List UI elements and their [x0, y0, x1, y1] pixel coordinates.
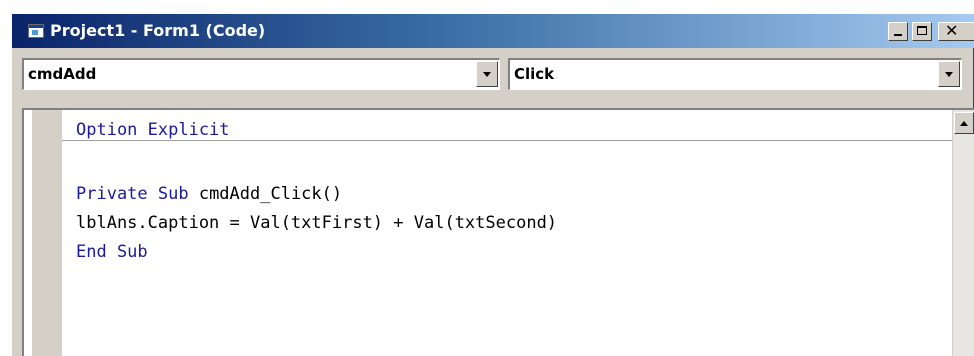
keyword-text: Private Sub — [76, 184, 189, 204]
code-line-caption-assignment[interactable]: lblAns.Caption = Val(txtFirst) + Val(txt… — [76, 211, 557, 235]
chevron-down-icon[interactable] — [938, 61, 960, 87]
close-icon: ✕ — [945, 22, 959, 40]
minimize-icon — [894, 34, 902, 36]
code-line-sub-header[interactable]: Private Sub cmdAdd_Click() — [76, 182, 342, 206]
window-title: Project1 - Form1 (Code) — [50, 21, 266, 40]
procedure-dropdown[interactable]: Click — [508, 58, 962, 90]
margin-indicator-bar[interactable] — [32, 110, 62, 356]
code-editor[interactable]: Option Explicit Private Sub cmdAdd_Click… — [62, 110, 952, 356]
code-pane: Option Explicit Private Sub cmdAdd_Click… — [22, 108, 974, 356]
procedure-dropdown-value: Click — [514, 65, 555, 83]
minimize-button[interactable] — [888, 22, 908, 41]
title-bar[interactable]: Project1 - Form1 (Code) ✕ — [12, 14, 974, 48]
keyword-text: End Sub — [76, 242, 148, 262]
code-text: lblAns.Caption = Val(txtFirst) + Val(txt… — [76, 213, 558, 233]
maximize-icon — [917, 26, 927, 35]
chevron-down-icon[interactable] — [476, 61, 498, 87]
code-window: Project1 - Form1 (Code) ✕ cmdAdd Click O… — [12, 14, 974, 356]
object-dropdown-value: cmdAdd — [28, 65, 97, 83]
maximize-button[interactable] — [912, 22, 932, 41]
keyword-text: Option Explicit — [76, 120, 230, 140]
close-button[interactable]: ✕ — [938, 22, 974, 41]
scroll-up-arrow-icon[interactable] — [954, 112, 974, 134]
code-line-end-sub[interactable]: End Sub — [76, 240, 148, 264]
object-dropdown[interactable]: cmdAdd — [22, 58, 500, 90]
vb-form-icon[interactable] — [28, 24, 44, 38]
code-text: cmdAdd_Click() — [188, 184, 343, 204]
code-line-option-explicit[interactable]: Option Explicit — [76, 118, 230, 142]
vertical-scrollbar[interactable] — [952, 110, 974, 356]
procedure-separator — [62, 140, 952, 141]
